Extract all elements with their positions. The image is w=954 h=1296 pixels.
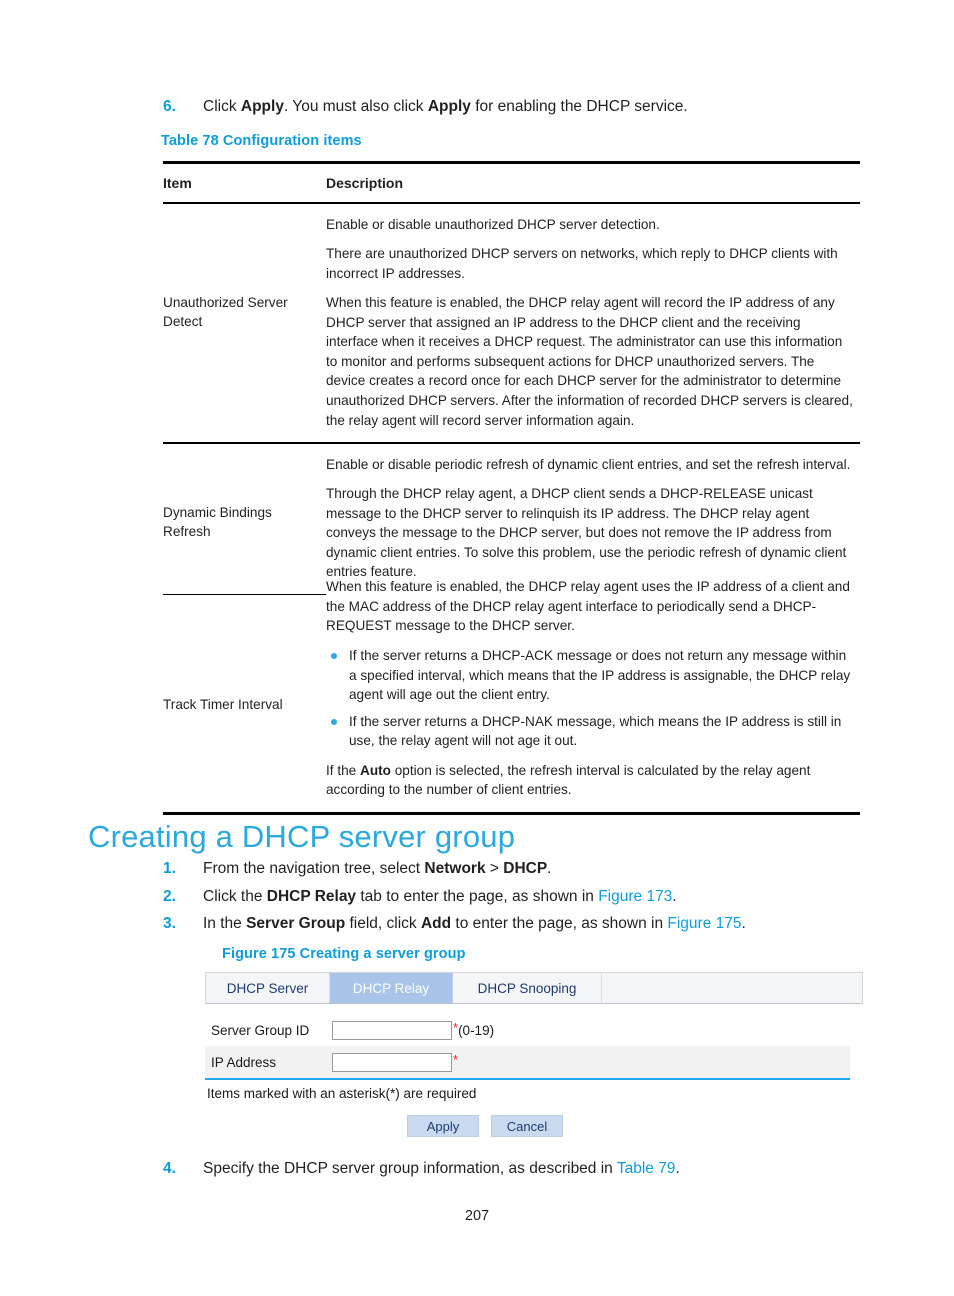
table-row-item: Track Timer Interval xyxy=(163,595,326,715)
tab-dhcp-snooping[interactable]: DHCP Snooping xyxy=(453,973,602,1003)
server-group-id-input[interactable] xyxy=(332,1020,452,1040)
step-6-number: 6. xyxy=(163,98,176,115)
list-item: If the server returns a DHCP-NAK message… xyxy=(326,712,856,751)
table-bottom-border xyxy=(163,811,860,815)
step-6-text-a: Click xyxy=(203,98,241,115)
table-row-paragraph: Through the DHCP relay agent, a DHCP cli… xyxy=(326,486,847,580)
table-header-row: Item Description xyxy=(163,164,860,202)
required-fields-note: Items marked with an asterisk(*) are req… xyxy=(207,1086,477,1101)
step-4-part: Specify the DHCP server group informatio… xyxy=(203,1160,617,1177)
dhcp-config-panel: DHCP Server DHCP Relay DHCP Snooping Ser… xyxy=(205,972,863,1137)
step-4-text: Specify the DHCP server group informatio… xyxy=(203,1158,863,1180)
table-row-item-label: Unauthorized Server Detect xyxy=(163,294,288,330)
table-row-bullet-list: If the server returns a DHCP-ACK message… xyxy=(326,646,856,751)
step-1-number: 1. xyxy=(163,860,176,877)
step-1: 1. From the navigation tree, select Netw… xyxy=(163,858,863,880)
step-3-number: 3. xyxy=(163,915,176,932)
table-row-item: Unauthorized Server Detect xyxy=(163,215,326,332)
table-row-outro-auto: Auto xyxy=(360,762,391,778)
figure-175-caption: Figure 175 Creating a server group xyxy=(222,946,466,962)
table-row-paragraph: Enable or disable periodic refresh of dy… xyxy=(326,456,851,472)
table-row-outro-a: If the xyxy=(326,762,361,778)
step-1-part: . xyxy=(547,860,552,877)
step-2-part-dhcp-relay: DHCP Relay xyxy=(266,888,357,905)
tab-bar-filler xyxy=(602,973,862,1003)
table-row-item-label: Dynamic Bindings Refresh xyxy=(163,504,272,540)
step-6-text-d: Apply xyxy=(427,98,471,115)
step-2-part: . xyxy=(672,888,677,905)
table-row-description: Enable or disable periodic refresh of dy… xyxy=(326,455,860,582)
server-group-form: Server Group ID * (0-19) IP Address * It… xyxy=(205,1014,863,1137)
step-2-number: 2. xyxy=(163,888,176,905)
form-buttons: Apply Cancel xyxy=(205,1115,765,1137)
step-2-part: Click the xyxy=(203,888,267,905)
step-1-text: From the navigation tree, select Network… xyxy=(203,858,863,880)
step-3-part: to enter the page, as shown in xyxy=(451,915,668,932)
link-table-79[interactable]: Table 79 xyxy=(617,1160,676,1177)
link-figure-175[interactable]: Figure 175 xyxy=(667,915,741,932)
step-4: 4. Specify the DHCP server group informa… xyxy=(163,1158,863,1180)
step-2-text: Click the DHCP Relay tab to enter the pa… xyxy=(203,886,863,908)
step-3: 3. In the Server Group field, click Add … xyxy=(163,913,863,935)
table-row-paragraph: There are unauthorized DHCP servers on n… xyxy=(326,246,838,281)
table-row-description: When this feature is enabled, the DHCP r… xyxy=(326,577,860,800)
step-6-text-c: . You must also click xyxy=(283,98,428,115)
step-1-part-dhcp: DHCP xyxy=(503,860,548,877)
tab-dhcp-server[interactable]: DHCP Server xyxy=(206,973,330,1003)
step-6: 6. Click Apply. You must also click Appl… xyxy=(163,96,863,118)
server-group-id-label: Server Group ID xyxy=(211,1022,310,1038)
table-row-paragraph: Enable or disable unauthorized DHCP serv… xyxy=(326,216,660,232)
cancel-button[interactable]: Cancel xyxy=(491,1115,563,1137)
document-page: 6. Click Apply. You must also click Appl… xyxy=(0,0,954,1296)
table-78-caption: Table 78 Configuration items xyxy=(161,133,362,149)
step-4-part: . xyxy=(675,1160,680,1177)
step-3-part: In the xyxy=(203,915,247,932)
step-6-text-e: for enabling the DHCP service. xyxy=(470,98,688,115)
table-78: Item Description Unauthorized Server Det… xyxy=(163,161,860,815)
tab-bar: DHCP Server DHCP Relay DHCP Snooping xyxy=(205,972,863,1004)
apply-button[interactable]: Apply xyxy=(407,1115,479,1137)
table-header-item: Item xyxy=(163,175,192,191)
page-title: Creating a DHCP server group xyxy=(88,818,516,854)
list-item: If the server returns a DHCP-ACK message… xyxy=(326,646,856,705)
required-asterisk: * xyxy=(453,1052,459,1067)
step-1-part: From the navigation tree, select xyxy=(203,860,425,877)
step-6-text-b: Apply xyxy=(240,98,284,115)
step-3-part-server-group: Server Group xyxy=(246,915,346,932)
step-3-part: . xyxy=(741,915,746,932)
table-header-description: Description xyxy=(326,175,404,191)
table-row-paragraph: When this feature is enabled, the DHCP r… xyxy=(326,295,853,428)
link-figure-173[interactable]: Figure 173 xyxy=(598,888,672,905)
step-2-part: tab to enter the page, as shown in xyxy=(356,888,599,905)
step-2: 2. Click the DHCP Relay tab to enter the… xyxy=(163,886,863,908)
step-3-text: In the Server Group field, click Add to … xyxy=(203,913,863,935)
step-1-part-network: Network xyxy=(424,860,486,877)
step-4-number: 4. xyxy=(163,1160,176,1177)
ip-address-label: IP Address xyxy=(211,1054,277,1070)
table-row: Unauthorized Server Detect Enable or dis… xyxy=(163,204,860,443)
table-row-outro-c: option is selected, the refresh interval… xyxy=(326,762,811,798)
table-row: Track Timer Interval When this feature i… xyxy=(163,579,860,800)
server-group-id-range-hint: (0-19) xyxy=(458,1022,495,1038)
table-row-item-label: Track Timer Interval xyxy=(163,697,283,713)
table-row-item: Dynamic Bindings Refresh xyxy=(163,455,326,542)
form-row-ip-address: IP Address * xyxy=(205,1046,850,1078)
table-row: Dynamic Bindings Refresh Enable or disab… xyxy=(163,444,860,594)
table-row-outro: If the Auto option is selected, the refr… xyxy=(326,761,856,800)
tab-dhcp-relay[interactable]: DHCP Relay xyxy=(330,973,453,1003)
step-3-part-add: Add xyxy=(420,915,452,932)
step-1-part: > xyxy=(485,860,504,877)
table-row-intro: When this feature is enabled, the DHCP r… xyxy=(326,579,850,634)
table-row-description: Enable or disable unauthorized DHCP serv… xyxy=(326,215,860,431)
step-3-part: field, click xyxy=(345,915,421,932)
page-number: 207 xyxy=(464,1208,490,1224)
ip-address-input[interactable] xyxy=(332,1052,452,1072)
form-row-server-group-id: Server Group ID * (0-19) xyxy=(205,1014,850,1046)
step-6-text: Click Apply. You must also click Apply f… xyxy=(203,96,863,118)
